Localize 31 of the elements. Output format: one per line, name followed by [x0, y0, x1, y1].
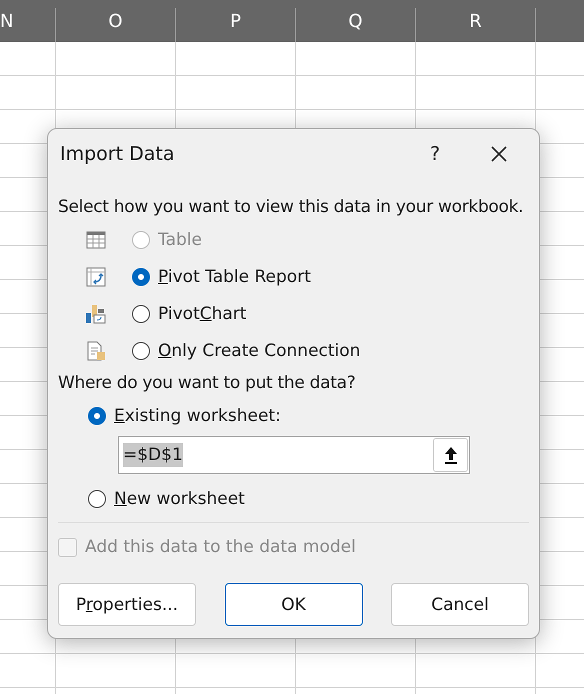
- pivot-table-icon: [86, 266, 106, 286]
- radio-button[interactable]: [132, 304, 150, 322]
- column-header[interactable]: O: [108, 10, 123, 32]
- view-prompt: Select how you want to view this data in your workbook.: [58, 196, 524, 219]
- column-header[interactable]: Q: [348, 10, 363, 32]
- radio-button[interactable]: [88, 490, 106, 508]
- dialog-button[interactable]: Properties...: [58, 583, 196, 626]
- up-arrow-icon: [444, 446, 458, 464]
- help-button[interactable]: ?: [405, 132, 465, 176]
- radio-button[interactable]: [132, 342, 150, 360]
- range-field[interactable]: =$D$1: [118, 436, 470, 474]
- dialog-title: Import Data: [60, 143, 176, 165]
- dialog-button[interactable]: Cancel: [391, 583, 529, 626]
- radio-button[interactable]: [132, 268, 150, 286]
- range-value: =$D$1: [123, 443, 183, 467]
- location-prompt: Where do you want to put the data?: [58, 372, 356, 395]
- document-icon: [86, 340, 106, 360]
- column-header[interactable]: N: [0, 10, 14, 32]
- collapse-button[interactable]: [433, 438, 468, 472]
- radio-button[interactable]: [88, 406, 106, 424]
- close-icon: [490, 145, 508, 163]
- table-icon: [86, 230, 106, 250]
- dialog-button[interactable]: OK: [224, 583, 362, 626]
- option-label[interactable]: Pivot Table Report: [158, 266, 311, 286]
- option-label[interactable]: Only Create Connection: [158, 340, 360, 360]
- pivot-chart-icon: [86, 304, 106, 324]
- column-header[interactable]: R: [469, 10, 482, 32]
- column-header[interactable]: P: [230, 10, 241, 32]
- option-label[interactable]: PivotChart: [158, 304, 246, 324]
- option-label[interactable]: Existing worksheet:: [114, 406, 281, 426]
- option-label[interactable]: New worksheet: [114, 488, 245, 508]
